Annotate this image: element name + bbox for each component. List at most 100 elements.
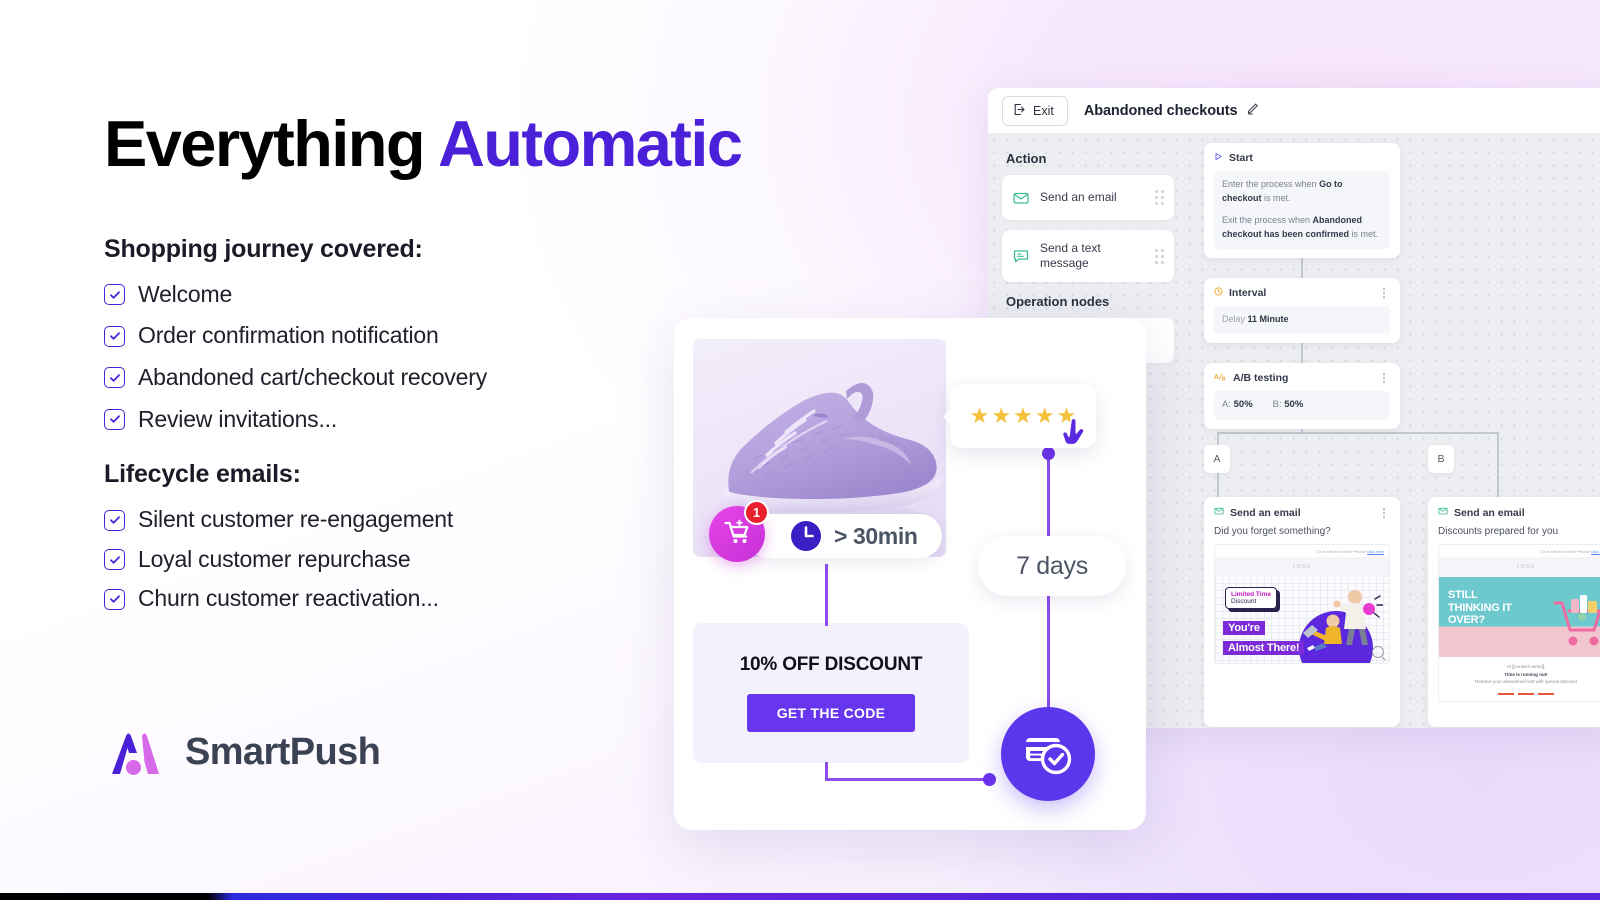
list-item: Loyal customer repurchase xyxy=(104,546,784,574)
flow-node-title: Send an email xyxy=(1230,506,1301,519)
workflow-flow-area: Start Enter the process when Go to check… xyxy=(1188,133,1600,728)
hero-tag-line-1: You're xyxy=(1223,621,1265,635)
connector-product-discount xyxy=(825,564,828,626)
email-hero-banner-b: STILL THINKING IT OVER? xyxy=(1439,577,1600,657)
speech-bubble: Limited Time Discount xyxy=(1225,587,1277,610)
connector-split-horizontal xyxy=(1217,432,1499,434)
connector-discount-payment-horizontal xyxy=(825,778,991,781)
bottom-accent-bar xyxy=(0,893,1600,900)
flow-node-title: Interval xyxy=(1229,287,1267,299)
list-item-label: Abandoned cart/checkout recovery xyxy=(138,364,488,391)
hero-line-2: THINKING IT xyxy=(1448,601,1512,614)
bubble-line-2: Discount xyxy=(1231,598,1257,606)
list-item: Abandoned cart/checkout recovery xyxy=(104,364,784,392)
hero-copy-panel: Everything Automatic Shopping journey co… xyxy=(104,107,784,625)
discount-title: 10% OFF DISCOUNT xyxy=(739,654,923,675)
exit-button[interactable]: Exit xyxy=(1002,95,1068,126)
list-item: Churn customer reactivation... xyxy=(104,585,784,613)
checkbox-checked-icon xyxy=(104,509,125,531)
headline-plain: Everything xyxy=(104,107,438,180)
time-threshold-label: > 30min xyxy=(834,522,918,549)
lifecycle-emails-section: Lifecycle emails: Silent customer re-eng… xyxy=(104,460,784,613)
shopping-journey-title: Shopping journey covered: xyxy=(104,234,423,263)
ab-split-icon: AB xyxy=(1214,372,1227,384)
abtest-b-split: B: 50% xyxy=(1272,399,1304,410)
flow-node-header: Send an email ⋮ xyxy=(1438,506,1600,519)
connector-days-payment xyxy=(1047,594,1050,712)
flow-node-email-a[interactable]: Send an email ⋮ Did you forget something… xyxy=(1204,497,1400,727)
flow-node-header: Start xyxy=(1214,152,1390,164)
email-hero-banner-a: Limited Time Discount You're Almost Ther… xyxy=(1215,577,1389,663)
flow-node-interval[interactable]: Interval ⋮ Delay 11 Minute xyxy=(1204,278,1400,343)
email-disclaimer: Can't see the email? Please click here xyxy=(1316,549,1384,554)
list-item-label: Churn customer reactivation... xyxy=(138,585,439,612)
checkbox-checked-icon xyxy=(104,284,125,306)
flow-node-abtest[interactable]: AB A/B testing ⋮ A: 50% B: 50% xyxy=(1204,363,1400,429)
email-logo-placeholder: LOGO xyxy=(1215,557,1389,577)
flow-node-email-b[interactable]: Send an email ⋮ Discounts prepared for y… xyxy=(1428,497,1600,727)
shopping-cart-illustration xyxy=(1553,595,1600,646)
branch-label-b[interactable]: B xyxy=(1428,445,1454,473)
email-subject: Discounts prepared for you xyxy=(1438,526,1559,537)
connector-dot-stars xyxy=(1042,447,1055,460)
people-illustration xyxy=(1303,590,1383,651)
email-disclaimer: Can't see the email? Please click here xyxy=(1540,549,1600,554)
start-enter-condition: Enter the process when Go to checkout is… xyxy=(1222,179,1343,203)
abtest-a-split: A: 50% xyxy=(1222,399,1253,410)
brand-logo: SmartPush xyxy=(104,728,381,776)
footer-line-1: Hi [[contact.name]], xyxy=(1506,664,1546,669)
discount-offer-box: 10% OFF DISCOUNT GET THE CODE xyxy=(693,623,969,763)
library-card-send-text[interactable]: Send a text message xyxy=(1002,230,1174,282)
drag-handle-icon[interactable] xyxy=(1155,190,1164,205)
envelope-icon xyxy=(1214,506,1224,519)
star-icon: ★ xyxy=(991,403,1012,428)
workflow-title: Abandoned checkouts xyxy=(1083,102,1238,119)
list-item: Review invitations... xyxy=(104,406,784,434)
library-card-send-email[interactable]: Send an email xyxy=(1002,175,1174,220)
flow-node-header: Send an email ⋮ xyxy=(1214,506,1390,519)
footer-line-3: Retrieve your abandoned cart with specia… xyxy=(1475,679,1577,685)
flow-node-title: A/B testing xyxy=(1233,372,1289,384)
email-preview[interactable]: Can't see the email? Please click here L… xyxy=(1214,544,1390,664)
drag-handle-icon[interactable] xyxy=(1155,248,1164,264)
connector-branch-b-vertical xyxy=(1497,432,1499,502)
star-icon: ★ xyxy=(1034,403,1055,428)
rating-bubble: ★ ★ ★ ★ ★ xyxy=(943,384,1096,448)
email-subject: Did you forget something? xyxy=(1214,526,1331,537)
connector-dot-payment xyxy=(983,773,996,786)
clock-icon xyxy=(1214,287,1223,299)
flow-node-body: Enter the process when Go to checkout is… xyxy=(1214,171,1390,249)
coupon-dashes-decoration xyxy=(1439,689,1600,701)
get-the-code-button[interactable]: GET THE CODE xyxy=(746,694,916,732)
operation-nodes-group-title: Operation nodes xyxy=(1006,294,1110,309)
zoom-in-icon[interactable] xyxy=(1372,646,1384,658)
list-item-label: Silent customer re-engagement xyxy=(138,506,454,533)
branch-label-a[interactable]: A xyxy=(1204,445,1230,473)
email-footer-text: Hi [[contact.name]], Time is running out… xyxy=(1439,657,1600,689)
workflow-title-row: Abandoned checkouts xyxy=(1084,101,1261,120)
footer-line-2: Time is running out! xyxy=(1504,671,1548,677)
lifecycle-emails-list: Silent customer re-engagement Loyal cust… xyxy=(104,506,784,613)
kebab-menu-icon[interactable]: ⋮ xyxy=(1378,372,1390,384)
email-preview[interactable]: Can't see the email? Please click here L… xyxy=(1438,544,1600,702)
hero-headline: STILL THINKING IT OVER? xyxy=(1448,589,1512,627)
svg-text:A: A xyxy=(1214,374,1219,381)
shopping-journey-section: Shopping journey covered: Welcome Order … xyxy=(104,235,784,433)
delay-days-pill: 7 days xyxy=(978,536,1126,596)
workflow-topbar: Exit Abandoned checkouts xyxy=(988,88,1600,133)
kebab-menu-icon[interactable]: ⋮ xyxy=(1378,287,1390,299)
flow-node-start[interactable]: Start Enter the process when Go to check… xyxy=(1204,143,1400,258)
list-item-label: Loyal customer repurchase xyxy=(138,545,411,572)
star-icon: ★ xyxy=(969,403,990,428)
hero-line-1: STILL xyxy=(1448,589,1478,601)
smartpush-a-mark-icon xyxy=(104,728,166,776)
kebab-menu-icon[interactable]: ⋮ xyxy=(1378,507,1390,519)
action-group-title: Action xyxy=(1006,151,1047,166)
library-card-label: Send an email xyxy=(1040,190,1117,204)
envelope-icon xyxy=(1438,506,1448,519)
pencil-edit-icon[interactable] xyxy=(1246,101,1260,120)
exit-arrow-icon xyxy=(1013,103,1026,119)
list-item: Silent customer re-engagement xyxy=(104,506,784,534)
library-card-label: Send a text message xyxy=(1040,241,1101,270)
play-triangle-icon xyxy=(1214,152,1223,164)
